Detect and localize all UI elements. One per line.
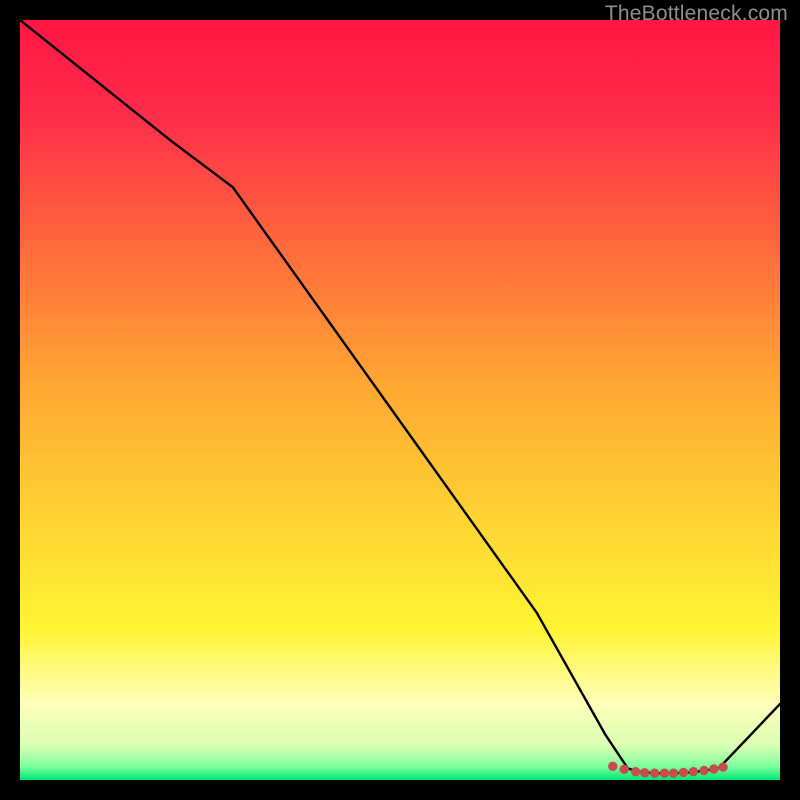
gradient-background xyxy=(20,20,780,780)
chart-plot xyxy=(20,20,780,780)
optimal-marker xyxy=(609,762,617,770)
optimal-marker xyxy=(650,769,658,777)
chart-svg xyxy=(20,20,780,780)
optimal-marker xyxy=(689,767,697,775)
optimal-marker xyxy=(660,769,668,777)
optimal-marker xyxy=(710,765,718,773)
optimal-marker xyxy=(700,766,708,774)
optimal-marker xyxy=(679,768,687,776)
optimal-marker xyxy=(641,769,649,777)
optimal-marker xyxy=(620,765,628,773)
chart-stage: TheBottleneck.com xyxy=(0,0,800,800)
optimal-marker xyxy=(669,769,677,777)
optimal-marker xyxy=(719,763,727,771)
optimal-marker xyxy=(631,767,639,775)
